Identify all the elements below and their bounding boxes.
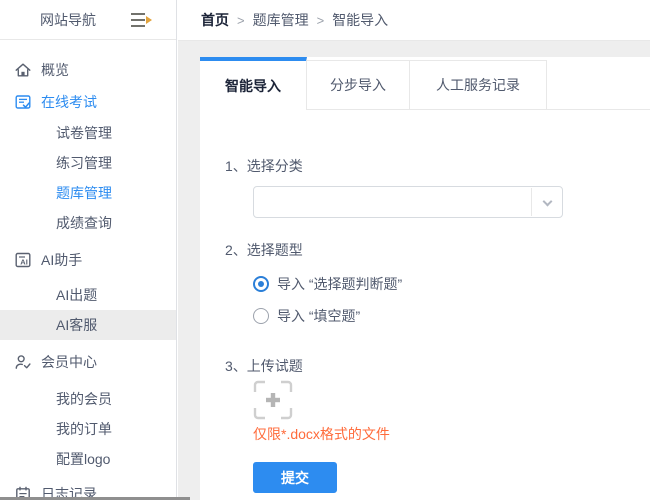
sidebar-item-member-center[interactable]: 会员中心 <box>0 346 176 378</box>
sidebar-menu: 概览 在线考试 试卷管理 练习管理 题库管理 成绩查询 AI AI助手 AI出题… <box>0 40 176 500</box>
tab-manual-service-record[interactable]: 人工服务记录 <box>410 60 547 110</box>
app-window: 网站导航 概览 在线考试 试卷管理 练习管理 题库管理 成绩查询 AI AI助手… <box>0 0 650 500</box>
chevron-down-icon <box>542 196 553 207</box>
upload-file-button[interactable] <box>253 380 293 420</box>
upload-plus-icon <box>253 380 293 423</box>
breadcrumb-smart-import: 智能导入 <box>332 12 389 28</box>
radio-selected-icon <box>253 276 269 292</box>
ai-document-icon: AI <box>14 251 32 269</box>
breadcrumb: 首页 > 题库管理 > 智能导入 <box>178 0 650 41</box>
exam-list-icon <box>14 93 32 111</box>
sidebar-header: 网站导航 <box>0 0 176 40</box>
sidebar-item-logo-config[interactable]: 配置logo <box>0 444 176 474</box>
sidebar-item-ai-service[interactable]: AI客服 <box>0 310 176 340</box>
sidebar-item-practice-management[interactable]: 练习管理 <box>0 148 176 178</box>
sidebar-item-label: 我的会员 <box>56 391 112 407</box>
tab-bar-filler <box>547 60 650 110</box>
content-card: 智能导入 分步导入 人工服务记录 1、选择分类 2、选择题型 导入 “选择题判断… <box>200 57 650 500</box>
sidebar-title: 网站导航 <box>40 11 96 28</box>
breadcrumb-home[interactable]: 首页 <box>201 10 229 30</box>
content-area: 智能导入 分步导入 人工服务记录 1、选择分类 2、选择题型 导入 “选择题判断… <box>178 41 650 500</box>
tab-step-import[interactable]: 分步导入 <box>307 60 410 110</box>
sidebar-item-label: AI客服 <box>56 317 98 333</box>
category-select[interactable] <box>253 186 563 218</box>
sidebar-item-label: 题库管理 <box>56 185 112 201</box>
submit-button[interactable]: 提交 <box>253 462 337 493</box>
sidebar-item-label: AI助手 <box>41 252 83 268</box>
tab-bar: 智能导入 分步导入 人工服务记录 <box>200 57 650 110</box>
main-area: 首页 > 题库管理 > 智能导入 智能导入 分步导入 人工服务记录 1、选择分类 <box>178 0 650 500</box>
sidebar-item-label: 配置logo <box>56 451 111 467</box>
sidebar-item-label: 在线考试 <box>41 94 97 110</box>
sidebar-item-ai-question[interactable]: AI出题 <box>0 280 176 310</box>
breadcrumb-question-bank[interactable]: 题库管理 <box>253 10 309 30</box>
member-icon <box>14 353 32 371</box>
radio-unselected-icon <box>253 308 269 324</box>
sidebar-item-my-members[interactable]: 我的会员 <box>0 384 176 414</box>
menu-collapse-icon[interactable] <box>131 12 152 27</box>
radio-option-choice-judgment[interactable]: 导入 “选择题判断题” <box>253 274 650 294</box>
sidebar: 网站导航 概览 在线考试 试卷管理 练习管理 题库管理 成绩查询 AI AI助手… <box>0 0 177 500</box>
sidebar-item-label: 试卷管理 <box>56 125 112 141</box>
sidebar-item-label: 我的订单 <box>56 421 112 437</box>
radio-option-label: 导入 “选择题判断题” <box>277 276 403 292</box>
breadcrumb-separator: > <box>237 12 245 28</box>
svg-text:AI: AI <box>20 258 28 267</box>
sidebar-item-my-orders[interactable]: 我的订单 <box>0 414 176 444</box>
home-icon <box>14 61 32 79</box>
upload-format-hint: 仅限*.docx格式的文件 <box>253 426 390 442</box>
radio-option-label: 导入 “填空题” <box>277 308 361 324</box>
step2-label: 2、选择题型 <box>225 242 303 258</box>
step1-label: 1、选择分类 <box>225 158 303 174</box>
sidebar-item-label: 会员中心 <box>41 354 97 370</box>
sidebar-item-label: AI出题 <box>56 287 98 303</box>
sidebar-item-label: 练习管理 <box>56 155 112 171</box>
sidebar-item-paper-management[interactable]: 试卷管理 <box>0 118 176 148</box>
sidebar-item-score-query[interactable]: 成绩查询 <box>0 208 176 238</box>
sidebar-item-label: 成绩查询 <box>56 215 112 231</box>
sidebar-item-question-bank[interactable]: 题库管理 <box>0 178 176 208</box>
radio-option-fill-blank[interactable]: 导入 “填空题” <box>253 306 650 326</box>
select-divider <box>531 188 532 216</box>
sidebar-item-ai-assistant[interactable]: AI AI助手 <box>0 244 176 276</box>
import-form: 1、选择分类 2、选择题型 导入 “选择题判断题” 导入 “填空题” 3、上传试… <box>200 110 650 493</box>
tab-smart-import[interactable]: 智能导入 <box>200 57 307 110</box>
step3-label: 3、上传试题 <box>225 358 303 374</box>
sidebar-item-overview[interactable]: 概览 <box>0 54 176 86</box>
sidebar-item-online-exam[interactable]: 在线考试 <box>0 86 176 118</box>
sidebar-item-label: 概览 <box>41 62 69 78</box>
breadcrumb-separator: > <box>316 12 325 28</box>
